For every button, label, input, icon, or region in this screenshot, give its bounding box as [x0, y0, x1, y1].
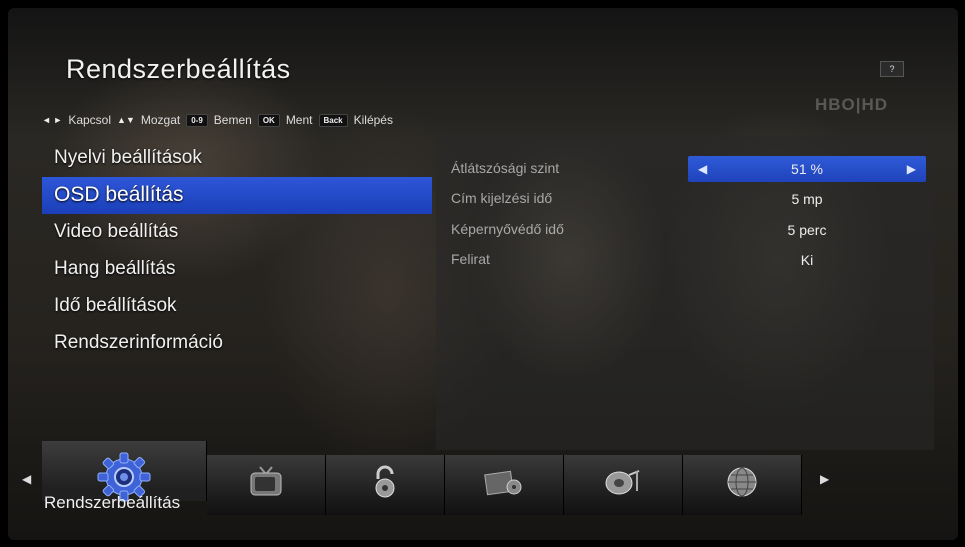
- settings-menu: Nyelvi beállítások OSD beállítás Video b…: [42, 140, 432, 362]
- tv-screen: Rendszerbeállítás ? HBO|HD ◄ ► Kapcsol ▲…: [0, 0, 965, 547]
- media-icon: [484, 470, 522, 496]
- scroll-right-icon[interactable]: ▶: [820, 472, 829, 486]
- setting-value: 5 perc: [787, 222, 827, 238]
- menu-item-osd[interactable]: OSD beállítás: [42, 177, 432, 214]
- menu-item-time[interactable]: Idő beállítások: [42, 288, 432, 325]
- setting-row-title-time[interactable]: Cím kijelzési idő 5 mp: [436, 186, 934, 212]
- help-button[interactable]: ?: [880, 61, 904, 77]
- up-down-arrows-key: ▲▼: [117, 115, 135, 125]
- arrow-right-icon[interactable]: ▶: [907, 156, 916, 182]
- hint-label-switch: Kapcsol: [68, 113, 112, 127]
- setting-row-subtitle[interactable]: Felirat Ki: [436, 247, 934, 273]
- setting-label: Átlátszósági szint: [451, 160, 560, 176]
- number-key: 0-9: [186, 113, 208, 127]
- back-key: Back: [318, 113, 348, 127]
- category-tv[interactable]: [207, 455, 326, 515]
- hint-label-exit: Kilépés: [353, 113, 393, 127]
- left-right-arrows-key: ◄ ►: [42, 115, 63, 125]
- setting-value: 51 %: [791, 161, 823, 177]
- selected-category-label: Rendszerbeállítás: [44, 493, 181, 512]
- tv-icon: [250, 466, 282, 496]
- menu-item-language[interactable]: Nyelvi beállítások: [42, 140, 432, 177]
- arrow-left-icon[interactable]: ◀: [698, 156, 707, 182]
- menu-item-system-info[interactable]: Rendszerinformáció: [42, 325, 432, 362]
- setting-row-transparency[interactable]: Átlátszósági szint ◀ 51 % ▶: [436, 156, 934, 182]
- page-title: Rendszerbeállítás: [66, 54, 291, 84]
- satellite-dish-icon: [605, 470, 640, 495]
- channel-logo: HBO|HD: [815, 95, 889, 114]
- category-media[interactable]: [445, 455, 564, 515]
- scroll-left-icon[interactable]: ◀: [22, 472, 31, 486]
- setting-value: 5 mp: [791, 191, 823, 207]
- category-parental-lock[interactable]: [326, 455, 445, 515]
- menu-item-video[interactable]: Video beállítás: [42, 214, 432, 251]
- transparency-selector[interactable]: ◀ 51 % ▶: [688, 156, 926, 182]
- setting-value: Ki: [800, 252, 814, 268]
- hint-label-move: Mozgat: [140, 113, 181, 127]
- ok-key: OK: [257, 113, 280, 127]
- key-hint-bar: ◄ ► Kapcsol ▲▼ Mozgat 0-9 Bemen OK Ment …: [42, 110, 602, 130]
- hint-label-enter: Bemen: [213, 113, 252, 127]
- setting-label: Cím kijelzési idő: [451, 190, 553, 206]
- setting-row-screensaver[interactable]: Képernyővédő idő 5 perc: [436, 217, 934, 243]
- setting-label: Felirat: [451, 251, 490, 267]
- osd-settings-panel: Átlátszósági szint ◀ 51 % ▶ Cím kijelzés…: [436, 136, 934, 450]
- category-satellite[interactable]: [564, 455, 683, 515]
- category-system-settings[interactable]: [42, 441, 207, 502]
- padlock-icon: [375, 465, 395, 498]
- menu-item-audio[interactable]: Hang beállítás: [42, 251, 432, 288]
- globe-icon: [727, 467, 757, 497]
- setting-label: Képernyővédő idő: [451, 221, 564, 237]
- category-network[interactable]: [683, 455, 802, 515]
- hint-label-save: Ment: [285, 113, 313, 127]
